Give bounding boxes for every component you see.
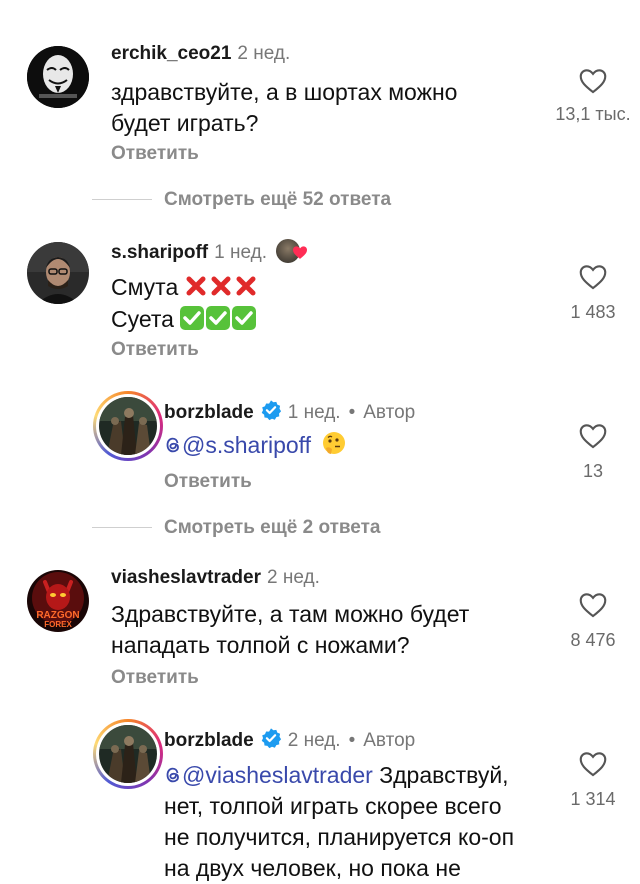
- author-label: Автор: [363, 402, 416, 423]
- like-button[interactable]: [573, 751, 613, 782]
- comment-text-line: нападать толпой с ножами?: [111, 632, 410, 658]
- username[interactable]: s.sharipoff: [111, 242, 208, 263]
- comment-text-line: Здравствуйте, а там можно будет: [111, 601, 470, 627]
- avatar[interactable]: [27, 242, 89, 304]
- threads-icon: [166, 437, 179, 453]
- heart-icon: [579, 752, 607, 777]
- cross-mark-emoji: [185, 274, 260, 300]
- divider-line: [92, 527, 152, 528]
- author-liked-indicator: [276, 239, 312, 263]
- like-count: 8 476: [570, 630, 616, 650]
- comment-text: @viasheslavtrader Здравствуй, нет, толпо…: [164, 760, 514, 884]
- timestamp: 2 нед.: [237, 43, 291, 64]
- like-count: 1 314: [570, 789, 616, 809]
- timestamp: 2 нед.: [287, 730, 341, 751]
- mention-text[interactable]: @viasheslavtrader: [182, 762, 373, 788]
- heart-filled-icon: [293, 246, 308, 259]
- username[interactable]: erchik_ceo21: [111, 43, 231, 64]
- comment-meta: borzblade 2 нед. • Автор: [164, 727, 415, 752]
- avatar[interactable]: [93, 391, 163, 461]
- comment-text-line: Суета: [111, 306, 174, 332]
- separator-dot: •: [348, 402, 356, 423]
- comment-text-line: будет играть?: [111, 110, 259, 136]
- separator-dot: •: [348, 730, 356, 751]
- comment-text-line: Здравствуй,: [372, 762, 509, 788]
- comment-meta: borzblade 1 нед. • Автор: [164, 399, 415, 424]
- author-label: Автор: [363, 730, 416, 751]
- comment-meta: viasheslavtrader 2 нед.: [111, 567, 320, 589]
- heart-icon: [579, 424, 607, 449]
- heart-icon: [579, 69, 607, 94]
- timestamp: 2 нед.: [267, 567, 320, 588]
- check-mark-emoji: [180, 306, 258, 332]
- mention-link[interactable]: @s.sharipoff: [164, 432, 311, 458]
- like-count: 1 483: [570, 302, 616, 322]
- reply-button[interactable]: Ответить: [111, 667, 199, 689]
- username[interactable]: viasheslavtrader: [111, 567, 261, 588]
- comment-meta: s.sharipoff 1 нед.: [111, 239, 312, 264]
- username[interactable]: borzblade: [164, 402, 254, 423]
- comment-text-line: Смута: [111, 274, 179, 300]
- view-more-replies-button[interactable]: Смотреть ещё 2 ответа: [164, 517, 381, 539]
- like-button[interactable]: [573, 264, 613, 295]
- comment-text: Здравствуйте, а там можно будет нападать…: [111, 599, 469, 661]
- comment-text: здравствуйте, а в шортах можно будет игр…: [111, 77, 457, 139]
- thinking-face-emoji: [323, 432, 346, 454]
- avatar[interactable]: [27, 46, 89, 108]
- threads-icon: [166, 767, 179, 783]
- verified-badge-icon: [261, 400, 281, 421]
- avatar[interactable]: [93, 719, 163, 789]
- like-button[interactable]: [573, 68, 613, 99]
- mention-link[interactable]: @viasheslavtrader: [164, 762, 373, 788]
- avatar[interactable]: RAZGON FOREX: [27, 570, 89, 632]
- like-button[interactable]: [573, 592, 613, 623]
- username[interactable]: borzblade: [164, 730, 254, 751]
- comment-text-line: нет, толпой играть скорее всего: [164, 793, 502, 819]
- like-count: 13,1 тыс.: [555, 104, 631, 124]
- like-button[interactable]: [573, 423, 613, 454]
- comment-text: Смута Суета: [111, 272, 260, 335]
- comment-meta: erchik_ceo21 2 нед.: [111, 43, 290, 65]
- avatar-text-line: FOREX: [44, 620, 72, 629]
- comment-text-line: не получится, планируется ко-оп: [164, 824, 515, 850]
- comment-text: @s.sharipoff: [164, 430, 347, 461]
- view-more-replies-button[interactable]: Смотреть ещё 52 ответа: [164, 189, 391, 211]
- like-count: 13: [582, 461, 604, 481]
- reply-button[interactable]: Ответить: [164, 471, 252, 493]
- comment-text-line: здравствуйте, а в шортах можно: [111, 79, 458, 105]
- reply-button[interactable]: Ответить: [111, 339, 199, 361]
- verified-badge-icon: [261, 728, 281, 749]
- timestamp: 1 нед.: [214, 242, 267, 263]
- heart-icon: [579, 265, 607, 290]
- mention-text[interactable]: @s.sharipoff: [182, 432, 311, 458]
- timestamp: 1 нед.: [287, 402, 341, 423]
- heart-icon: [579, 593, 607, 618]
- divider-line: [92, 199, 152, 200]
- reply-button[interactable]: Ответить: [111, 143, 199, 165]
